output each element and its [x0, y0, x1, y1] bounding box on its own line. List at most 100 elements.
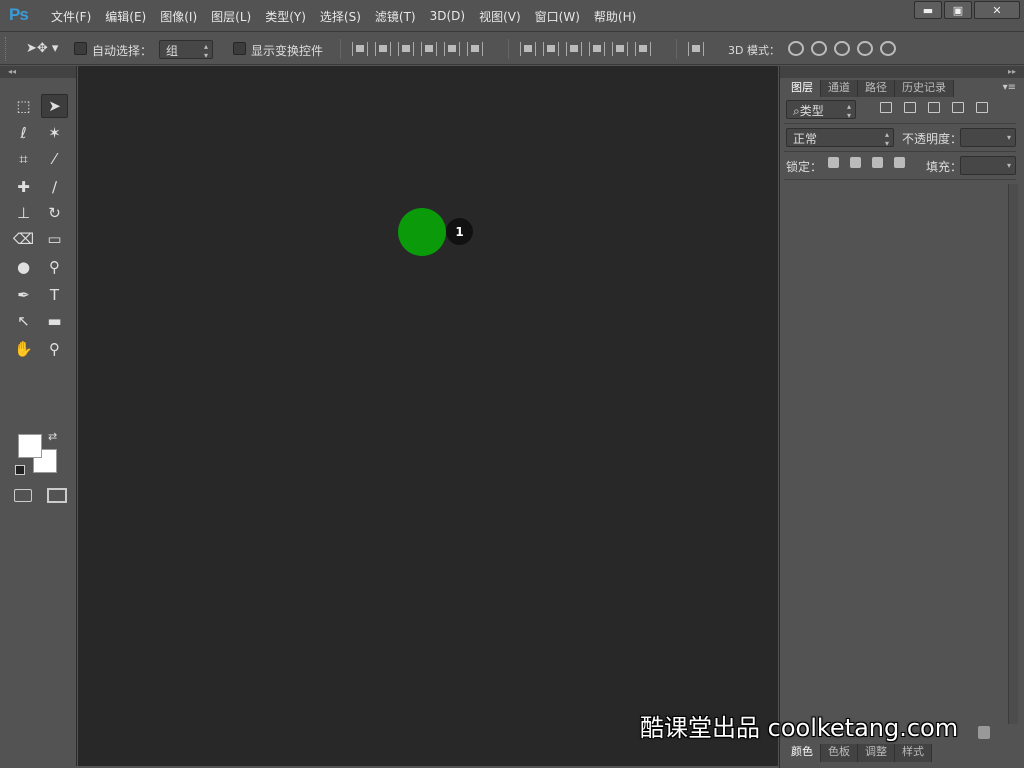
layers-scrollbar[interactable]	[1008, 184, 1018, 724]
swap-colors-icon[interactable]: ⇄	[48, 430, 57, 443]
updown-arrow-icon: ▴ ▾	[846, 102, 851, 120]
distribute-bottom-icon[interactable]	[566, 42, 582, 56]
menu-type[interactable]: 类型(Y)	[258, 8, 313, 25]
menu-layer[interactable]: 图层(L)	[204, 8, 258, 25]
eraser-tool-icon[interactable]: ⌫	[10, 227, 37, 251]
shape-filter-icon[interactable]	[952, 102, 964, 113]
menu-help[interactable]: 帮助(H)	[587, 8, 643, 25]
distribute-right-icon[interactable]	[635, 42, 651, 56]
toolbox-collapse-button[interactable]: ◂◂	[0, 66, 76, 78]
delete-layer-icon[interactable]	[978, 726, 990, 739]
align-hcenter-icon[interactable]	[444, 42, 460, 56]
default-colors-icon[interactable]	[15, 465, 25, 475]
blend-row: 正常 ▴ ▾ 不透明度： ▾	[784, 124, 1016, 152]
distribute-top-icon[interactable]	[520, 42, 536, 56]
pen-tool-icon[interactable]: ✒	[10, 283, 37, 307]
show-transform-checkbox[interactable]	[233, 42, 246, 55]
move-tool-preset-icon[interactable]: ➤✥ ▾	[26, 41, 58, 56]
menu-edit[interactable]: 编辑(E)	[98, 8, 153, 25]
menu-file[interactable]: 文件(F)	[44, 8, 98, 25]
auto-align-layers-icon[interactable]	[688, 42, 704, 56]
fill-label: 填充：	[926, 160, 963, 174]
menu-image[interactable]: 图像(I)	[153, 8, 204, 25]
type-tool-icon[interactable]: T	[41, 283, 68, 307]
lasso-tool-icon[interactable]: ℓ	[10, 121, 37, 145]
pixel-filter-icon[interactable]	[880, 102, 892, 113]
align-top-icon[interactable]	[352, 42, 368, 56]
blur-tool-icon[interactable]: ●	[10, 255, 37, 279]
screen-mode-icon[interactable]	[47, 488, 67, 503]
zoom-tool-icon[interactable]: ⚲	[41, 337, 68, 361]
align-bottom-icon[interactable]	[398, 42, 414, 56]
separator	[676, 39, 677, 59]
3d-pan-icon[interactable]	[834, 41, 850, 56]
3d-rotate-icon[interactable]	[788, 41, 804, 56]
panel-collapse-button[interactable]: ▸▸	[780, 66, 1024, 78]
adjustment-filter-icon[interactable]	[904, 102, 916, 113]
align-right-icon[interactable]	[467, 42, 483, 56]
auto-select-dropdown[interactable]: 组 ▴ ▾	[159, 40, 213, 60]
clone-stamp-tool-icon[interactable]: ⊥	[10, 201, 37, 225]
minimize-button[interactable]: ▬	[914, 1, 942, 19]
dodge-tool-icon[interactable]: ⚲	[41, 255, 68, 279]
menu-view[interactable]: 视图(V)	[472, 8, 528, 25]
rectangular-marquee-tool-icon[interactable]: ⬚	[10, 94, 37, 118]
crop-tool-icon[interactable]: ⌗	[10, 147, 37, 171]
tab-styles[interactable]: 样式	[895, 744, 932, 762]
history-brush-tool-icon[interactable]: ↻	[41, 201, 68, 225]
layers-list[interactable]	[784, 184, 1006, 724]
brush-tool-icon[interactable]: ∕	[41, 175, 68, 199]
foreground-color-swatch[interactable]	[18, 434, 42, 458]
3d-mode-label: 3D 模式：	[728, 44, 780, 57]
distribute-vcenter-icon[interactable]	[543, 42, 559, 56]
tab-history[interactable]: 历史记录	[895, 80, 954, 97]
rectangle-tool-icon[interactable]: ▬	[41, 309, 68, 333]
panel-menu-icon[interactable]: ▾≡	[1003, 82, 1016, 93]
menu-window[interactable]: 窗口(W)	[528, 8, 587, 25]
maximize-button[interactable]: ▣	[944, 1, 972, 19]
align-vcenter-icon[interactable]	[375, 42, 391, 56]
tab-channels[interactable]: 通道	[821, 80, 858, 97]
separator	[508, 39, 509, 59]
lock-position-icon[interactable]	[872, 157, 883, 168]
options-grip[interactable]	[5, 37, 8, 61]
smart-object-filter-icon[interactable]	[976, 102, 988, 113]
3d-scale-icon[interactable]	[880, 41, 896, 56]
move-tool-icon[interactable]: ➤	[41, 94, 68, 118]
distribute-left-icon[interactable]	[589, 42, 605, 56]
magic-wand-tool-icon[interactable]: ✶	[41, 121, 68, 145]
menu-filter[interactable]: 滤镜(T)	[368, 8, 423, 25]
tab-color[interactable]: 颜色	[784, 744, 821, 762]
tab-adjustments[interactable]: 调整	[858, 744, 895, 762]
gradient-tool-icon[interactable]: ▭	[41, 227, 68, 251]
opacity-input[interactable]: ▾	[960, 128, 1016, 147]
lock-transparent-icon[interactable]	[828, 157, 839, 168]
healing-brush-tool-icon[interactable]: ✚	[10, 175, 37, 199]
align-left-icon[interactable]	[421, 42, 437, 56]
tab-paths[interactable]: 路径	[858, 80, 895, 97]
filter-type-dropdown[interactable]: ⌕类型 ▴ ▾	[786, 100, 856, 120]
menu-3d[interactable]: 3D(D)	[423, 9, 472, 23]
type-filter-icon[interactable]	[928, 102, 940, 113]
close-button[interactable]: ✕	[974, 1, 1020, 19]
3d-slide-icon[interactable]	[857, 41, 873, 56]
bottom-panel-tabs: 颜色 色板 调整 样式	[784, 744, 1020, 766]
quick-mask-icon[interactable]	[14, 489, 32, 502]
lock-pixels-icon[interactable]	[850, 157, 861, 168]
lock-all-icon[interactable]	[894, 157, 905, 168]
path-selection-tool-icon[interactable]: ↖	[10, 309, 37, 333]
distribute-hcenter-icon[interactable]	[612, 42, 628, 56]
hand-tool-icon[interactable]: ✋	[10, 337, 37, 361]
tab-swatches[interactable]: 色板	[821, 744, 858, 762]
3d-roll-icon[interactable]	[811, 41, 827, 56]
watermark-text: 酷课堂出品 coolketang.com	[640, 714, 959, 742]
blend-mode-dropdown[interactable]: 正常 ▴ ▾	[786, 128, 894, 148]
document-canvas-area[interactable]: 1	[78, 66, 778, 766]
tab-layers[interactable]: 图层	[784, 80, 821, 97]
fill-input[interactable]: ▾	[960, 156, 1016, 175]
filter-type-value: ⌕类型	[793, 104, 824, 118]
auto-select-checkbox[interactable]	[74, 42, 87, 55]
menu-select[interactable]: 选择(S)	[313, 8, 368, 25]
auto-align-buttons	[688, 42, 711, 58]
eyedropper-tool-icon[interactable]: ⁄	[41, 147, 68, 171]
